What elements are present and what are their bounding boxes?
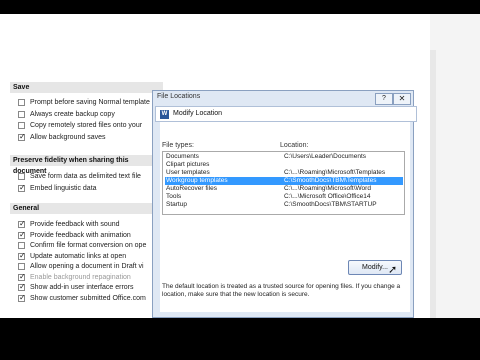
location-row[interactable]: Clipart pictures xyxy=(165,161,403,169)
location-row[interactable]: Documents C:\Users\Leader\Documents xyxy=(165,153,403,161)
checkbox[interactable] xyxy=(18,122,25,129)
help-button[interactable]: ? xyxy=(375,93,393,105)
word-icon: W xyxy=(160,110,169,119)
location-cell: C:\SmoothDocs\TBM\STARTUP xyxy=(284,201,377,208)
checkbox[interactable] xyxy=(18,263,25,270)
file-type-cell: User templates xyxy=(166,169,210,176)
checkbox[interactable] xyxy=(18,99,25,106)
option-label: Confirm file format conversion on ope xyxy=(30,242,147,249)
checkbox[interactable] xyxy=(18,230,26,240)
checkbox[interactable] xyxy=(18,272,26,282)
option-label: Allow opening a document in Draft vi xyxy=(30,263,144,270)
checkbox[interactable] xyxy=(18,110,25,118)
location-row[interactable]: Tools C:\...\Microsoft Office\Office14 xyxy=(165,193,403,201)
file-type-cell: Workgroup templates xyxy=(166,177,228,184)
option-label: Provide feedback with animation xyxy=(30,231,131,239)
checkbox[interactable] xyxy=(18,132,26,142)
location-cell: C:\Users\Leader\Documents xyxy=(284,153,367,160)
checkbox[interactable] xyxy=(18,282,26,292)
option-label: Copy remotely stored files onto your xyxy=(30,122,143,129)
checkbox[interactable] xyxy=(18,219,26,229)
options-right-area xyxy=(430,14,480,318)
section-preserve-fidelity: Preserve fidelity when sharing this docu… xyxy=(10,155,163,175)
option-label: Enable background repagination xyxy=(30,273,131,281)
modify-location-titlebar: W Modify Location xyxy=(155,106,417,122)
letterbox-bottom xyxy=(0,318,480,360)
location-row[interactable]: AutoRecover files C:\...\Roaming\Microsof… xyxy=(165,185,403,193)
location-cell: C:\SmoothDocs\TBM\Templates xyxy=(284,177,377,184)
file-locations-list[interactable]: Documents C:\Users\Leader\Documents Clipar… xyxy=(162,151,405,215)
file-type-cell: Clipart pictures xyxy=(166,161,210,168)
location-header: Location: xyxy=(280,142,309,149)
location-cell: C:\...\Roaming\Microsoft\Templates xyxy=(284,169,386,176)
file-type-cell: Tools xyxy=(166,193,182,200)
option-label: Allow background saves xyxy=(30,133,106,141)
close-icon[interactable]: ✕ xyxy=(393,93,411,105)
option-label: Save form data as delimited text file xyxy=(30,173,141,180)
option-label: Always create backup copy xyxy=(30,110,115,118)
checkbox[interactable] xyxy=(18,293,26,303)
file-type-cell: AutoRecover files xyxy=(166,185,217,192)
file-type-cell: Startup xyxy=(166,201,187,208)
location-row[interactable]: Workgroup templates C:\SmoothDocs\TBM\Tem… xyxy=(165,177,403,185)
option-label: Provide feedback with sound xyxy=(30,221,120,228)
option-label: Prompt before saving Normal template xyxy=(30,99,150,106)
checkbox[interactable] xyxy=(18,242,25,249)
location-row[interactable]: User templates C:\...\Roaming\Microsoft\T… xyxy=(165,169,403,177)
location-row[interactable]: Startup C:\SmoothDocs\TBM\STARTUP xyxy=(165,201,403,209)
trusted-location-note: The default location is treated as a tru… xyxy=(162,283,401,298)
location-cell: C:\...\Roaming\Microsoft\Word xyxy=(284,185,371,192)
options-scrollbar[interactable] xyxy=(430,50,436,318)
option-label: Embed linguistic data xyxy=(30,184,97,192)
mouse-pointer-icon: ➚ xyxy=(388,264,398,276)
screen: Save Prompt before saving Normal templat… xyxy=(0,0,480,360)
location-cell: C:\...\Microsoft Office\Office14 xyxy=(284,193,371,200)
checkbox[interactable] xyxy=(18,183,26,193)
modify-location-title: Modify Location xyxy=(173,110,223,117)
section-save: Save xyxy=(10,82,163,93)
file-types-header: File types: xyxy=(162,142,194,149)
file-locations-title: File Locations xyxy=(157,93,201,100)
option-label: Update automatic links at open xyxy=(30,252,127,260)
letterbox-top xyxy=(0,0,480,14)
section-general: General xyxy=(10,203,163,214)
option-label: Show customer submitted Office.com xyxy=(30,294,146,302)
checkbox[interactable] xyxy=(18,251,26,261)
option-label: Show add-in user interface errors xyxy=(30,284,134,291)
checkbox[interactable] xyxy=(18,173,25,180)
file-type-cell: Documents xyxy=(166,153,199,160)
